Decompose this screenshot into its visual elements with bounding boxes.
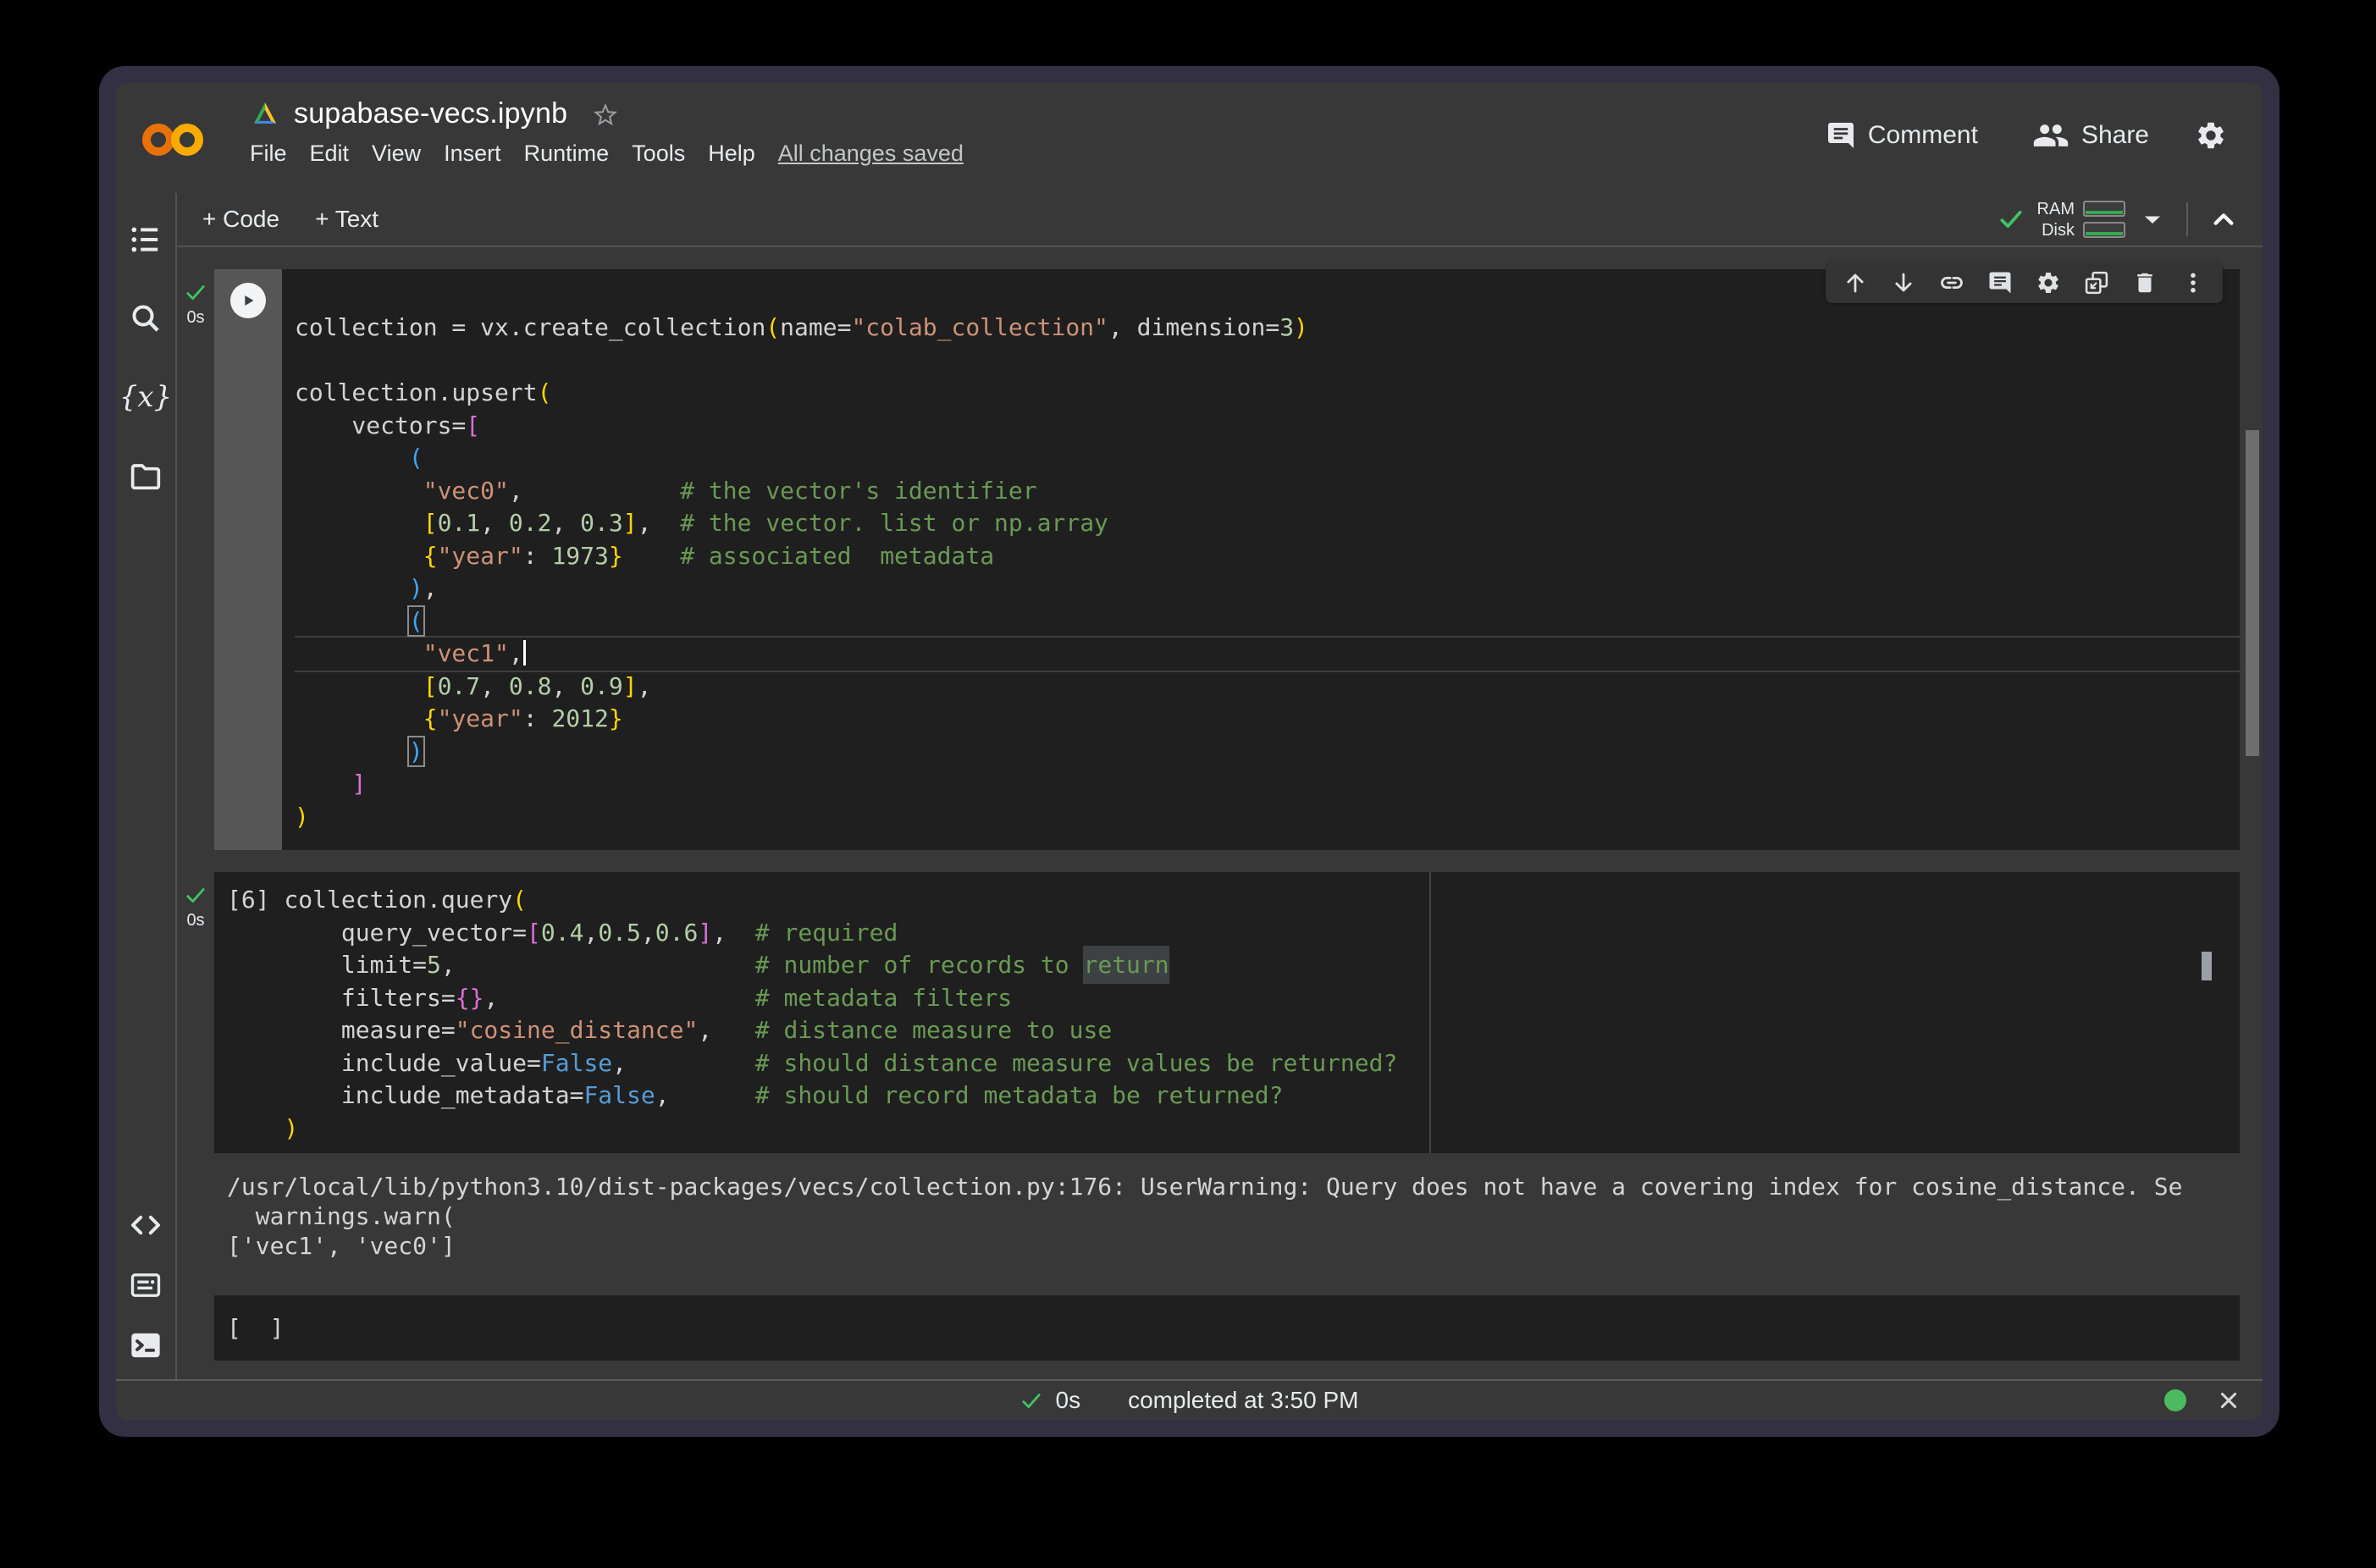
delete-cell-icon[interactable] [2132, 270, 2158, 295]
cell3-exec-prompt: [ ] [227, 1314, 284, 1342]
collapse-toolbar-icon[interactable] [2210, 206, 2237, 233]
add-code-button[interactable]: + Code [202, 206, 279, 233]
menu-help[interactable]: Help [708, 141, 755, 167]
menu-bar: File Edit View Insert Runtime Tools Help… [250, 141, 964, 167]
status-check-icon [1020, 1389, 1042, 1411]
cell2-success-check-icon [185, 884, 207, 906]
colab-logo-right-ring [175, 128, 199, 152]
share-people-icon[interactable] [2032, 117, 2069, 154]
menu-file[interactable]: File [250, 141, 287, 167]
command-palette-icon[interactable] [129, 1268, 163, 1302]
disk-usage-bar [2083, 222, 2125, 238]
comment-button[interactable]: Comment [1868, 121, 1978, 150]
menu-edit[interactable]: Edit [310, 141, 350, 167]
notebook-toolbar: + Code + Text RAM [177, 193, 2263, 247]
resources-dropdown-icon[interactable] [2144, 215, 2161, 224]
run-cell-button[interactable] [230, 283, 266, 318]
add-text-button[interactable]: + Text [315, 206, 379, 233]
ram-usage-bar [2083, 201, 2125, 217]
cell2-output: /usr/local/lib/python3.10/dist-packages/… [214, 1153, 2263, 1261]
menu-insert[interactable]: Insert [444, 141, 501, 167]
colab-logo[interactable] [138, 118, 209, 162]
mirror-cell-icon[interactable] [2084, 270, 2109, 295]
move-cell-down-icon[interactable] [1891, 270, 1916, 295]
save-status-link[interactable]: All changes saved [778, 141, 964, 167]
notebook-area: 0s collection = vx.create_collection(nam… [177, 247, 2263, 1379]
title-block: supabase-vecs.ipynb File Edit View Inser… [250, 83, 964, 193]
close-status-icon[interactable] [2217, 1389, 2241, 1412]
left-sidebar: {x} [116, 193, 177, 1379]
star-icon[interactable] [593, 102, 618, 128]
notebook-scrollbar[interactable] [2246, 430, 2259, 756]
status-message: completed at 3:50 PM [1128, 1387, 1358, 1414]
colab-window: supabase-vecs.ipynb File Edit View Inser… [99, 66, 2279, 1437]
more-cell-actions-icon[interactable] [2180, 270, 2206, 295]
cell1-code-editor[interactable]: collection = vx.create_collection(name="… [282, 269, 2240, 850]
cell2-code-editor[interactable]: [6] collection.query( query_vector=[0.4,… [214, 872, 2240, 1153]
cell-settings-gear-icon[interactable] [2036, 270, 2061, 295]
files-icon[interactable] [129, 459, 163, 493]
code-cell-3-empty[interactable]: [ ] [214, 1295, 2240, 1361]
cell1-exec-timer: 0s [186, 308, 204, 328]
menu-runtime[interactable]: Runtime [524, 141, 610, 167]
cell2-exec-timer: 0s [186, 911, 204, 930]
app-header: supabase-vecs.ipynb File Edit View Inser… [116, 83, 2263, 193]
resource-monitor[interactable]: RAM Disk [2037, 201, 2125, 239]
cell1-success-check-icon [185, 281, 207, 303]
code-cell-2: 0s [6] collection.query( query_vector=[0… [177, 872, 2240, 1153]
colab-logo-left-ring [146, 128, 170, 152]
kernel-status-dot [2164, 1389, 2186, 1411]
drive-icon [250, 100, 280, 127]
share-button[interactable]: Share [2081, 121, 2149, 150]
menu-tools[interactable]: Tools [632, 141, 685, 167]
column-ruler [1429, 872, 1431, 1153]
settings-gear-icon[interactable] [2195, 119, 2227, 152]
status-duration: 0s [1056, 1387, 1081, 1414]
move-cell-up-icon[interactable] [1843, 270, 1868, 295]
overview-ruler-mark [2202, 952, 2212, 980]
terminal-icon[interactable] [129, 1328, 163, 1362]
code-snippets-icon[interactable] [129, 1208, 163, 1242]
ram-label: RAM [2037, 201, 2075, 218]
cell1-run-strip [214, 269, 282, 850]
cell-comment-icon[interactable] [1987, 270, 2013, 295]
search-icon[interactable] [129, 301, 163, 335]
comment-icon[interactable] [1826, 120, 1856, 151]
copy-link-to-cell-icon[interactable] [1939, 270, 1964, 295]
disk-label: Disk [2042, 222, 2075, 239]
toolbar-divider [2186, 202, 2188, 236]
code-cell-1: 0s collection = vx.create_collection(nam… [177, 269, 2240, 850]
connected-check-icon [1998, 207, 2024, 232]
table-of-contents-icon[interactable] [129, 223, 163, 257]
text-cursor [523, 640, 526, 665]
menu-view[interactable]: View [372, 141, 421, 167]
variables-icon[interactable]: {x} [129, 380, 163, 414]
cell1-toolbar [1826, 262, 2223, 303]
notebook-title[interactable]: supabase-vecs.ipynb [294, 97, 567, 130]
app-surface: supabase-vecs.ipynb File Edit View Inser… [116, 83, 2263, 1420]
execution-status-bar: 0s completed at 3:50 PM [116, 1379, 2263, 1420]
